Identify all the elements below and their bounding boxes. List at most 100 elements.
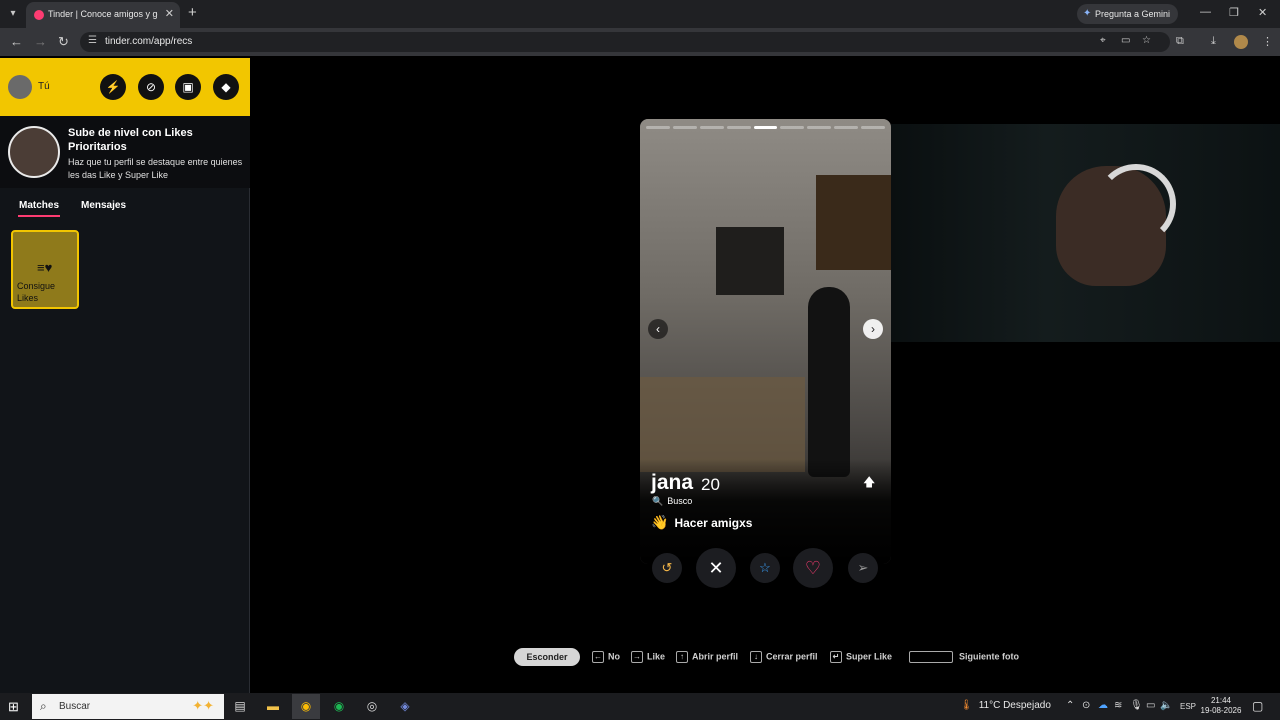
notifications-icon[interactable]: ▢ (1252, 699, 1263, 713)
active-tab-indicator (18, 215, 60, 217)
minimize-button[interactable]: — (1200, 6, 1211, 18)
shortcut-super-like-label: Super Like (846, 651, 893, 662)
back-button[interactable]: ← (10, 34, 23, 49)
priority-likes-promo[interactable]: Sube de nivel con Likes Prioritarios Haz… (0, 116, 250, 188)
like-button[interactable]: ♡ (793, 548, 833, 588)
down-key-icon: ↓ (750, 651, 762, 663)
browser-tab[interactable]: Tinder | Conoce amigos y gente ✕ (26, 2, 180, 28)
url-bar[interactable]: ☰ tinder.com/app/recs ⌖ ▭ ☆ (80, 32, 1170, 52)
photo-progress-segment[interactable] (672, 126, 697, 129)
photo-progress-segment[interactable] (834, 126, 859, 129)
shortcut-no: ← No (592, 651, 620, 663)
search-highlight-icon: ✦✦ (192, 698, 214, 713)
cast-icon[interactable]: ▭ (1121, 35, 1130, 46)
windows-taskbar: ⊞ ⌕ Buscar ✦✦ ▤ ▬ ◉ ◉ ◎ ◈ 🌡 11°C Despejad… (0, 693, 1280, 720)
restore-button[interactable]: ❐ (1229, 6, 1239, 19)
task-view-icon[interactable]: ▤ (231, 697, 249, 715)
gemini-label: Pregunta a Gemini (1095, 9, 1171, 19)
looking-for-row: 🔍 Busco (652, 496, 692, 507)
tab-matches[interactable]: Matches (19, 200, 59, 211)
taskbar-search[interactable]: ⌕ Buscar ✦✦ (32, 694, 224, 719)
star-icon: ☆ (759, 560, 771, 575)
shortcut-open-profile: ↑ Abrir perfil (676, 651, 738, 663)
nope-button[interactable]: ✕ (696, 548, 736, 588)
photo-progress-segment[interactable] (699, 126, 724, 129)
discord-icon[interactable]: ◈ (396, 697, 414, 715)
work-mode-button[interactable]: ▣ (175, 74, 201, 100)
previous-photo-button[interactable]: ‹ (648, 319, 668, 339)
tray-network-icon[interactable]: ≋ (1114, 700, 1122, 711)
likes-heart-icon: ≡♥ (37, 260, 53, 275)
tab-close-icon[interactable]: ✕ (165, 7, 174, 20)
forward-button[interactable]: → (34, 34, 47, 49)
spotify-icon[interactable]: ◉ (330, 697, 348, 715)
me-label[interactable]: Tú (38, 81, 50, 92)
tab-title: Tinder | Conoce amigos y gente (48, 9, 158, 19)
explore-button[interactable]: ⊘ (138, 74, 164, 100)
gemini-button[interactable]: ✦ Pregunta a Gemini (1077, 4, 1179, 24)
site-info-icon[interactable]: ☰ (88, 35, 97, 46)
taskbar-clock[interactable]: 21:44 19-08-2026 (1200, 696, 1242, 716)
new-tab-button[interactable]: + (188, 4, 197, 21)
photo-progress-segment[interactable] (726, 126, 751, 129)
file-explorer-icon[interactable]: ▬ (264, 697, 282, 715)
reload-button[interactable]: ↻ (58, 34, 69, 50)
promo-text: Haz que tu perfil se destaque entre quie… (68, 157, 243, 180)
wifi-icon[interactable]: ▭ (1146, 700, 1155, 711)
clock-date: 19-08-2026 (1200, 706, 1242, 715)
chevron-left-icon: ‹ (656, 322, 660, 336)
chrome-icon[interactable]: ◉ (297, 697, 315, 715)
send-icon: ➢ (857, 560, 869, 575)
close-icon: ✕ (708, 558, 724, 578)
photo-progress-segment[interactable] (753, 126, 778, 129)
boost-send-button[interactable]: ➢ (848, 553, 878, 583)
volume-icon[interactable]: 🔈 (1160, 700, 1172, 711)
microphone-icon[interactable]: 🎙 (1130, 700, 1143, 711)
weather-widget[interactable]: 🌡 11°C Despejado (960, 700, 1051, 711)
super-like-button[interactable]: ☆ (750, 553, 780, 583)
tab-mensajes[interactable]: Mensajes (81, 200, 126, 211)
shortcut-open-profile-label: Abrir perfil (692, 651, 739, 662)
lightning-icon: ⚡ (105, 80, 121, 94)
obs-icon[interactable]: ◎ (363, 697, 381, 715)
next-photo-button[interactable]: › (863, 319, 883, 339)
safety-button[interactable]: ◆ (213, 74, 239, 100)
sidebar-tabs: Matches Mensajes (0, 196, 250, 217)
bookmark-star-icon[interactable]: ☆ (1142, 35, 1151, 46)
main-recs-area: ‹ › jana 20 🡅 🔍 Busco 👋 Hacer amigxs ↺ ✕ ☆… (251, 58, 1280, 693)
space-key-icon (909, 651, 953, 663)
gemini-sparkle-icon: ✦ (1083, 8, 1092, 19)
tray-chevron-icon[interactable]: ⌃ (1066, 700, 1074, 711)
onedrive-icon[interactable]: ☁ (1098, 700, 1108, 711)
photo-progress-segment[interactable] (807, 126, 832, 129)
photo-person (808, 287, 850, 477)
photo-progress-segment[interactable] (646, 126, 670, 129)
tab-search-button[interactable]: ▾ (4, 5, 22, 23)
shield-icon: ◆ (221, 80, 231, 94)
menu-dots-icon[interactable]: ⋮ (1262, 35, 1273, 48)
language-indicator[interactable]: ESP (1180, 702, 1196, 711)
tray-app-icon[interactable]: ⊙ (1082, 700, 1090, 711)
open-profile-arrow-icon[interactable]: 🡅 (863, 473, 875, 494)
extensions-icon[interactable]: ⧉ (1176, 35, 1184, 48)
address-toolbar: ← → ↻ ☰ tinder.com/app/recs ⌖ ▭ ☆ ⧉ ⤓ ⋮ (0, 28, 1280, 56)
hide-shortcuts-button[interactable]: Esconder (514, 648, 580, 666)
avatar[interactable] (8, 75, 32, 99)
profile-card[interactable]: ‹ › jana 20 🡅 🔍 Busco 👋 Hacer amigxs (640, 119, 891, 564)
get-likes-card[interactable]: ≡♥ Consigue Likes (11, 230, 79, 309)
shortcut-next-photo-label: Siguiente foto (959, 651, 1019, 662)
windows-start-icon[interactable]: ⊞ (8, 699, 19, 715)
photo-bench (640, 377, 805, 472)
boost-button[interactable]: ⚡ (100, 74, 126, 100)
browser-profile-avatar[interactable] (1234, 35, 1248, 49)
up-key-icon: ↑ (676, 651, 688, 663)
profile-age: 20 (701, 475, 720, 494)
download-icon[interactable]: ⤓ (1211, 35, 1216, 48)
photo-progress-segment[interactable] (780, 126, 805, 129)
rewind-button[interactable]: ↺ (652, 553, 682, 583)
search-icon: ⌕ (40, 699, 47, 713)
left-key-icon: ← (592, 651, 604, 663)
location-icon[interactable]: ⌖ (1100, 35, 1106, 46)
photo-progress-segment[interactable] (861, 126, 886, 129)
close-window-button[interactable]: ✕ (1258, 6, 1267, 19)
